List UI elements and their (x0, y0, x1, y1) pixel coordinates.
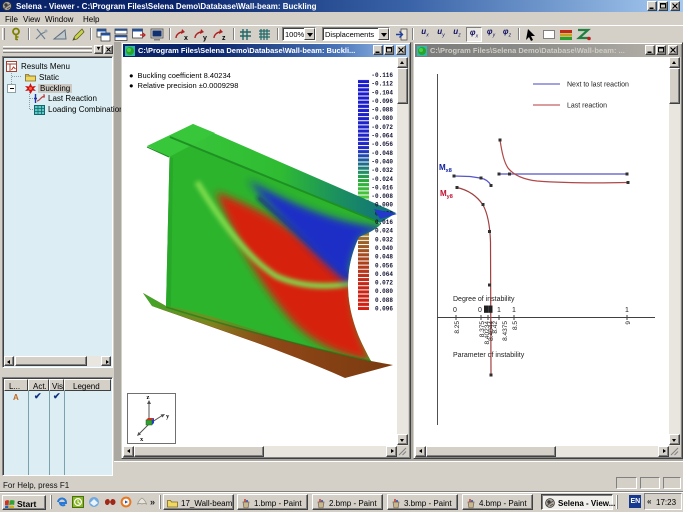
svg-text:-0.088: -0.088 (371, 107, 393, 114)
svg-text:-0.032: -0.032 (371, 167, 393, 174)
svg-text:Last reaction: Last reaction (567, 103, 607, 110)
svg-text:-0.096: -0.096 (371, 98, 393, 105)
svg-text:8.5: 8.5 (512, 321, 519, 330)
svg-text:My8: My8 (440, 189, 453, 200)
svg-text:1: 1 (512, 307, 516, 314)
svg-text:0: 0 (478, 307, 482, 314)
svg-text:0.088: 0.088 (375, 297, 393, 304)
svg-text:-0.048: -0.048 (371, 150, 393, 157)
svg-text:-0.016: -0.016 (371, 184, 393, 191)
svg-text:-0.040: -0.040 (371, 159, 393, 166)
svg-text:-0.008: -0.008 (371, 193, 393, 200)
svg-text:0.040: 0.040 (375, 245, 393, 252)
svg-text:-0.080: -0.080 (371, 115, 393, 122)
svg-text:-0.116: -0.116 (371, 72, 393, 79)
svg-text:Degree of instability: Degree of instability (453, 296, 515, 303)
svg-text:0.096: 0.096 (375, 306, 393, 313)
svg-text:z: z (147, 394, 150, 401)
svg-text:0.064: 0.064 (375, 271, 393, 278)
svg-text:8.25: 8.25 (454, 321, 461, 334)
svg-text:-0.064: -0.064 (371, 133, 393, 140)
svg-text:y: y (203, 35, 207, 42)
svg-text:1: 1 (625, 307, 629, 314)
svg-text:0.072: 0.072 (375, 280, 393, 287)
svg-text:9: 9 (625, 321, 632, 325)
svg-text:-0.024: -0.024 (371, 176, 393, 183)
svg-text:x: x (184, 35, 188, 42)
svg-text:-0.112: -0.112 (371, 81, 393, 88)
svg-text:Next to last reaction: Next to last reaction (567, 82, 629, 89)
svg-text:Parameter of instability: Parameter of instability (453, 352, 525, 359)
svg-text:██: ██ (484, 305, 493, 313)
svg-text:0.080: 0.080 (375, 288, 393, 295)
svg-text:-0.056: -0.056 (371, 141, 393, 148)
svg-text:0: 0 (453, 307, 457, 314)
svg-text:-0.104: -0.104 (371, 89, 393, 96)
svg-text:-0.072: -0.072 (371, 124, 393, 131)
svg-text:0.016: 0.016 (375, 219, 393, 226)
svg-text:0.056: 0.056 (375, 262, 393, 269)
svg-text:8.42: 8.42 (492, 321, 499, 334)
svg-text:z: z (222, 35, 226, 42)
svg-text:1: 1 (497, 307, 501, 314)
svg-text:8.4375: 8.4375 (502, 321, 509, 341)
svg-text:Mx8: Mx8 (439, 163, 452, 174)
svg-text:0.000: 0.000 (375, 202, 393, 209)
svg-text:0.024: 0.024 (375, 228, 393, 235)
svg-text:0.048: 0.048 (375, 254, 393, 261)
svg-text:0.032: 0.032 (375, 236, 393, 243)
